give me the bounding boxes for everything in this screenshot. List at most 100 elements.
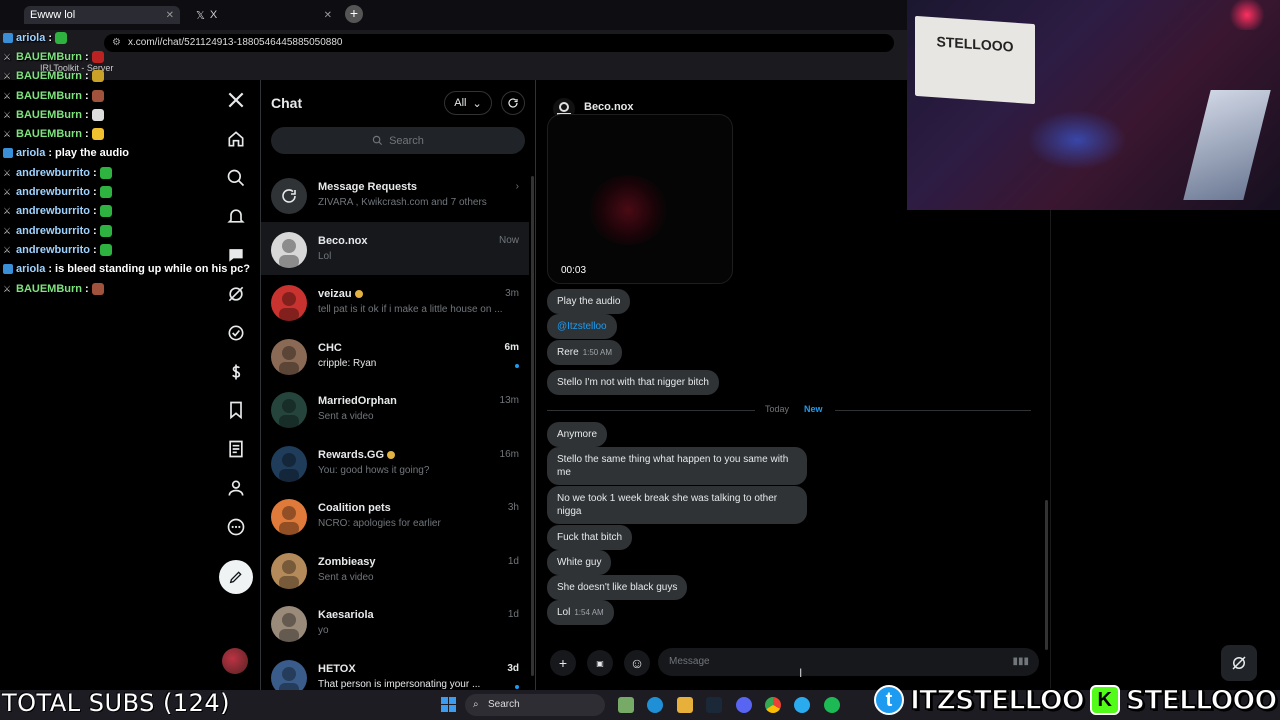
chat-message: play the audio <box>55 147 129 160</box>
sword-badge-icon: ⚔ <box>3 129 12 140</box>
chat-username[interactable]: BAUEMBurn <box>16 51 82 63</box>
conversation-name: HETOX <box>318 662 356 675</box>
stream-chat-row: ⚔ andrewburrito: <box>0 221 230 240</box>
stream-chat-row: ⚔ BAUEMBurn: <box>0 124 230 143</box>
webcam-feed: STELLOOO <box>907 0 1280 210</box>
new-chat-button[interactable] <box>501 91 525 115</box>
kick-logo-icon: K <box>1089 685 1120 715</box>
edge-icon[interactable] <box>647 697 663 713</box>
sword-badge-icon: ⚔ <box>3 167 12 178</box>
webcam-monitor <box>1183 90 1271 200</box>
unread-dot <box>515 684 519 689</box>
sword-badge-icon: ⚔ <box>3 90 12 101</box>
video-message[interactable]: 00:03 <box>547 114 733 284</box>
conversation-row[interactable]: HETOX That person is impersonating your .… <box>261 650 529 690</box>
new-tab-button[interactable]: + <box>345 5 363 23</box>
telegram-icon[interactable] <box>794 697 810 713</box>
conversation-name: CHC <box>318 341 342 354</box>
emoji-button[interactable]: ☺ <box>624 650 650 676</box>
discord-icon[interactable] <box>736 697 752 713</box>
nav-more-button[interactable] <box>224 515 248 539</box>
add-attachment-button[interactable]: + <box>550 650 576 676</box>
bookmark-icon <box>230 402 242 420</box>
nav-monetization-button[interactable] <box>224 360 248 384</box>
compose-button[interactable] <box>219 560 253 594</box>
chat-username[interactable]: ariola <box>16 263 45 275</box>
file-explorer-icon[interactable] <box>677 697 693 713</box>
message-requests-row[interactable]: Message Requests ZIVARA , Kwikcrash.com a… <box>261 168 529 222</box>
chat-emote-icon <box>99 166 112 179</box>
chat-emote-icon <box>91 50 104 63</box>
chat-username[interactable]: BAUEMBurn <box>16 109 82 121</box>
nav-profile-button[interactable] <box>224 476 248 500</box>
conversation-row[interactable]: Rewards.GG You: good hows it going? 16m <box>261 436 529 490</box>
chat-emote-icon <box>99 205 112 218</box>
chat-username[interactable]: andrewburrito <box>16 205 90 217</box>
chat-username[interactable]: BAUEMBurn <box>16 283 82 295</box>
chat-username[interactable]: BAUEMBurn <box>16 128 82 140</box>
grok-button[interactable] <box>1221 645 1257 681</box>
steam-icon[interactable] <box>706 697 722 713</box>
nav-articles-button[interactable] <box>224 437 248 461</box>
conversation-scrollbar[interactable] <box>531 176 534 676</box>
conversation-row[interactable]: CHC cripple: Ryan 6m <box>261 329 529 383</box>
chat-username[interactable]: BAUEMBurn <box>16 70 82 82</box>
message-input[interactable]: Message ▮▮▮ <box>658 648 1039 676</box>
chat-username[interactable]: andrewburrito <box>16 186 90 198</box>
divider-new-label: New <box>804 404 823 414</box>
chat-username[interactable]: ariola <box>16 147 45 159</box>
filter-dropdown[interactable]: All ⌄ <box>444 91 492 115</box>
chat-search-input[interactable]: Search <box>271 127 525 154</box>
profile-icon <box>228 480 244 496</box>
conversation-row[interactable]: Kaesariola yo 1d <box>261 596 529 650</box>
grok-icon <box>1232 656 1246 670</box>
gif-button[interactable]: ▣ <box>587 650 613 676</box>
video-duration: 00:03 <box>561 265 587 276</box>
search-placeholder: Search <box>389 134 424 147</box>
message-bubble: Rere 1:50 AM <box>547 340 623 365</box>
stream-chat-row: ⚔ BAUEMBurn: <box>0 47 230 66</box>
chat-separator: : <box>85 89 89 102</box>
thread-title[interactable]: Beco.nox <box>584 101 634 113</box>
nav-verified-button[interactable] <box>224 321 248 345</box>
stream-chat-row: ⚔ andrewburrito: <box>0 163 230 182</box>
voice-message-icon[interactable]: ▮▮▮ <box>1012 648 1029 676</box>
taskbar-search[interactable]: ⌕ Search <box>465 694 605 716</box>
conversation-row[interactable]: Zombieasy Sent a video 1d <box>261 543 529 597</box>
chat-username[interactable]: andrewburrito <box>16 167 90 179</box>
webcam-sign: STELLOOO <box>915 15 1035 105</box>
close-tab-icon[interactable]: ✕ <box>166 10 174 21</box>
right-sidebar <box>1050 210 1280 690</box>
text-cursor-icon: I <box>799 666 803 680</box>
conversation-row[interactable]: Coalition pets NCRO: apologies for earlie… <box>261 489 529 543</box>
close-tab-icon[interactable]: ✕ <box>324 10 332 21</box>
sword-badge-icon: ⚔ <box>3 71 12 82</box>
taskbar-app-icon[interactable] <box>618 697 634 713</box>
conversation-preview: Sent a video <box>318 411 374 422</box>
conversation-row[interactable]: Beco.nox Lol Now <box>261 221 529 275</box>
thread-scrollbar[interactable] <box>1045 500 1048 650</box>
message-bubble: Anymore <box>547 422 608 447</box>
chat-username[interactable]: andrewburrito <box>16 225 90 237</box>
browser-tab-x[interactable]: 𝕏 X ✕ <box>190 6 338 24</box>
browser-tab-active[interactable]: Ewww lol ✕ <box>24 6 180 24</box>
chat-username[interactable]: ariola <box>16 32 45 44</box>
chat-separator: : <box>48 263 53 276</box>
conversation-preview: You: good hows it going? <box>318 464 430 476</box>
chat-username[interactable]: andrewburrito <box>16 244 90 256</box>
spotify-icon[interactable] <box>824 697 840 713</box>
conversation-panel: Chat All ⌄ Search Message Requests ZIVARA… <box>260 80 536 690</box>
windows-start-icon[interactable] <box>441 697 456 712</box>
chrome-icon[interactable] <box>765 697 781 713</box>
conversation-row[interactable]: MarriedOrphan Sent a video 13m <box>261 382 529 436</box>
unread-dot <box>515 363 519 368</box>
mention-message[interactable]: @Itzstelloo <box>547 314 617 339</box>
conversation-row[interactable]: veizau tell pat is it ok if i make a litt… <box>261 275 529 329</box>
account-avatar[interactable] <box>222 648 248 674</box>
twitter-handle: ITZSTELLOO <box>909 684 1085 717</box>
nav-bookmark-button[interactable] <box>224 398 248 422</box>
avatar <box>271 499 307 535</box>
chat-username[interactable]: BAUEMBurn <box>16 90 82 102</box>
refresh-icon <box>508 98 518 108</box>
conversation-time: 1d <box>507 555 519 567</box>
